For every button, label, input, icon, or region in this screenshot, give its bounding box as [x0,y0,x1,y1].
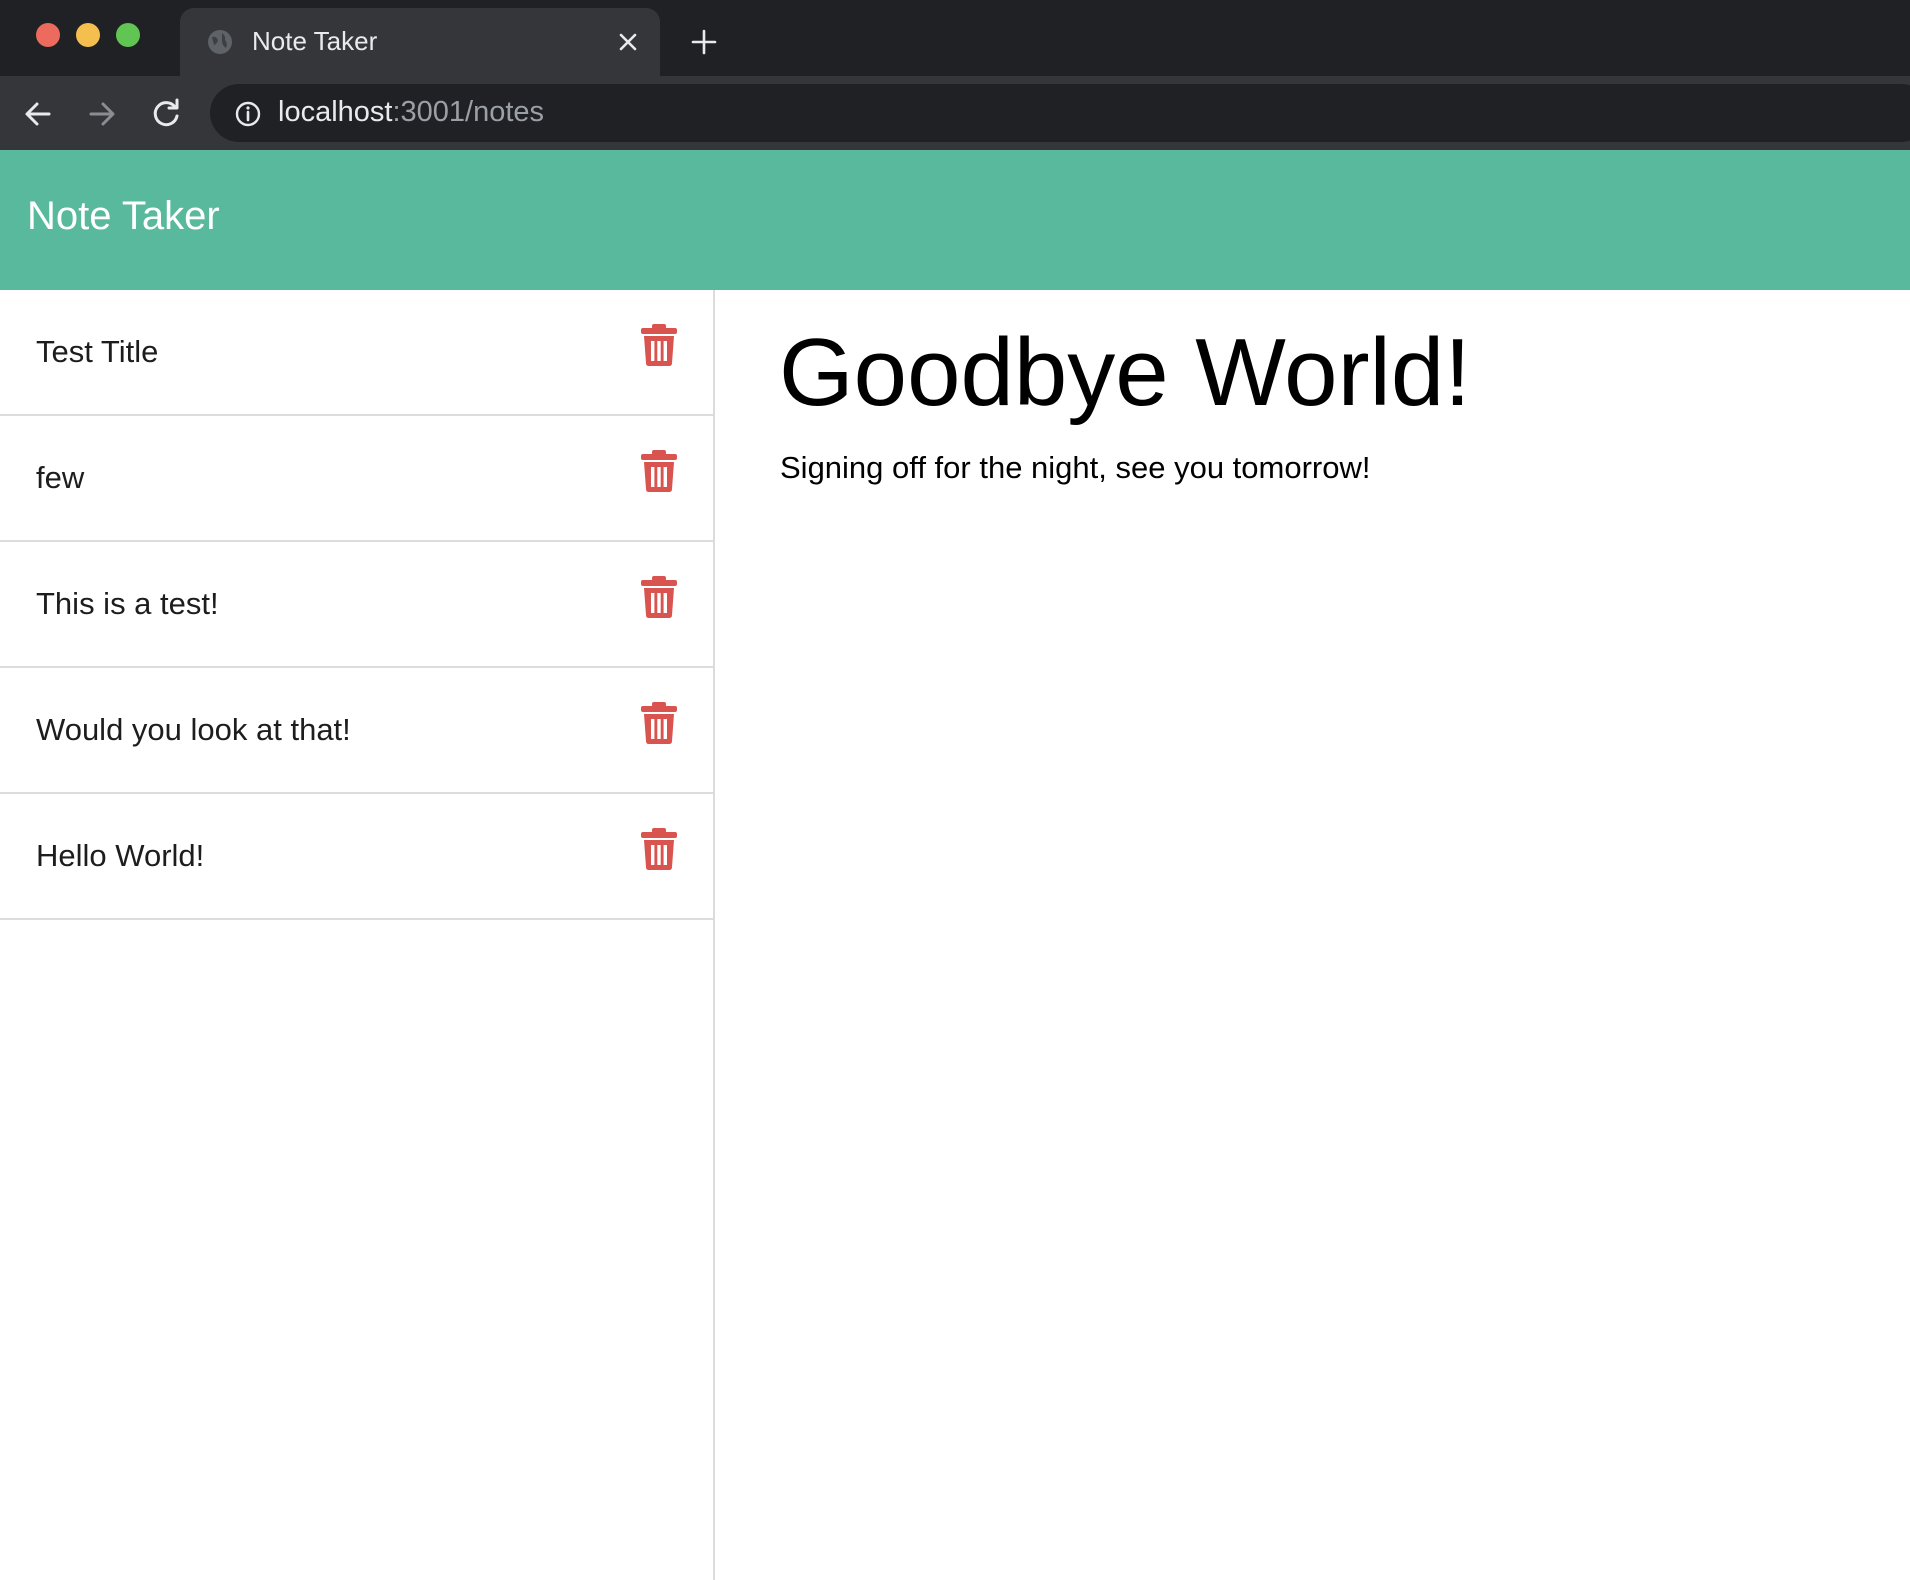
minimize-window-button[interactable] [76,23,100,47]
reload-icon[interactable] [148,96,184,132]
address-bar[interactable]: localhost:3001/notes [210,84,1910,142]
trash-icon[interactable] [640,828,678,870]
note-list-item[interactable]: few [0,416,713,542]
close-window-button[interactable] [36,23,60,47]
trash-icon[interactable] [640,324,678,366]
close-tab-icon[interactable] [616,30,640,54]
note-list-item-title: few [36,460,85,495]
note-list-item[interactable]: Test Title [0,290,713,416]
browser-toolbar: localhost:3001/notes [0,76,1910,150]
note-list-item-title: This is a test! [36,586,219,621]
url-path: :3001/notes [392,96,545,128]
globe-icon [208,30,232,54]
note-list-panel: Test Title few This is a test! Would you… [0,290,715,1580]
note-list-item-title: Hello World! [36,838,205,873]
note-list-item[interactable]: This is a test! [0,542,713,668]
note-title[interactable]: Goodbye World! [779,318,1471,428]
app-navbar: Note Taker [0,150,1910,290]
note-list: Test Title few This is a test! Would you… [0,290,713,920]
info-icon[interactable] [234,100,262,128]
url-text[interactable]: localhost:3001/notes [278,96,544,129]
note-list-item[interactable]: Would you look at that! [0,668,713,794]
trash-icon[interactable] [640,450,678,492]
new-tab-icon[interactable] [690,28,718,56]
tab-title: Note Taker [252,26,378,56]
note-text[interactable]: Signing off for the night, see you tomor… [780,450,1370,486]
note-list-item[interactable]: Hello World! [0,794,713,920]
note-list-item-title: Would you look at that! [36,712,351,747]
maximize-window-button[interactable] [116,23,140,47]
back-arrow-icon[interactable] [20,96,56,132]
forward-arrow-icon[interactable] [84,96,120,132]
browser-tab-strip: Note Taker [0,0,1910,76]
trash-icon[interactable] [640,576,678,618]
app-title[interactable]: Note Taker [27,194,220,239]
url-host: localhost [278,96,393,128]
browser-tab[interactable]: Note Taker [180,8,660,76]
note-list-item-title: Test Title [36,334,159,369]
note-detail-panel: Goodbye World! Signing off for the night… [717,290,1910,1580]
trash-icon[interactable] [640,702,678,744]
